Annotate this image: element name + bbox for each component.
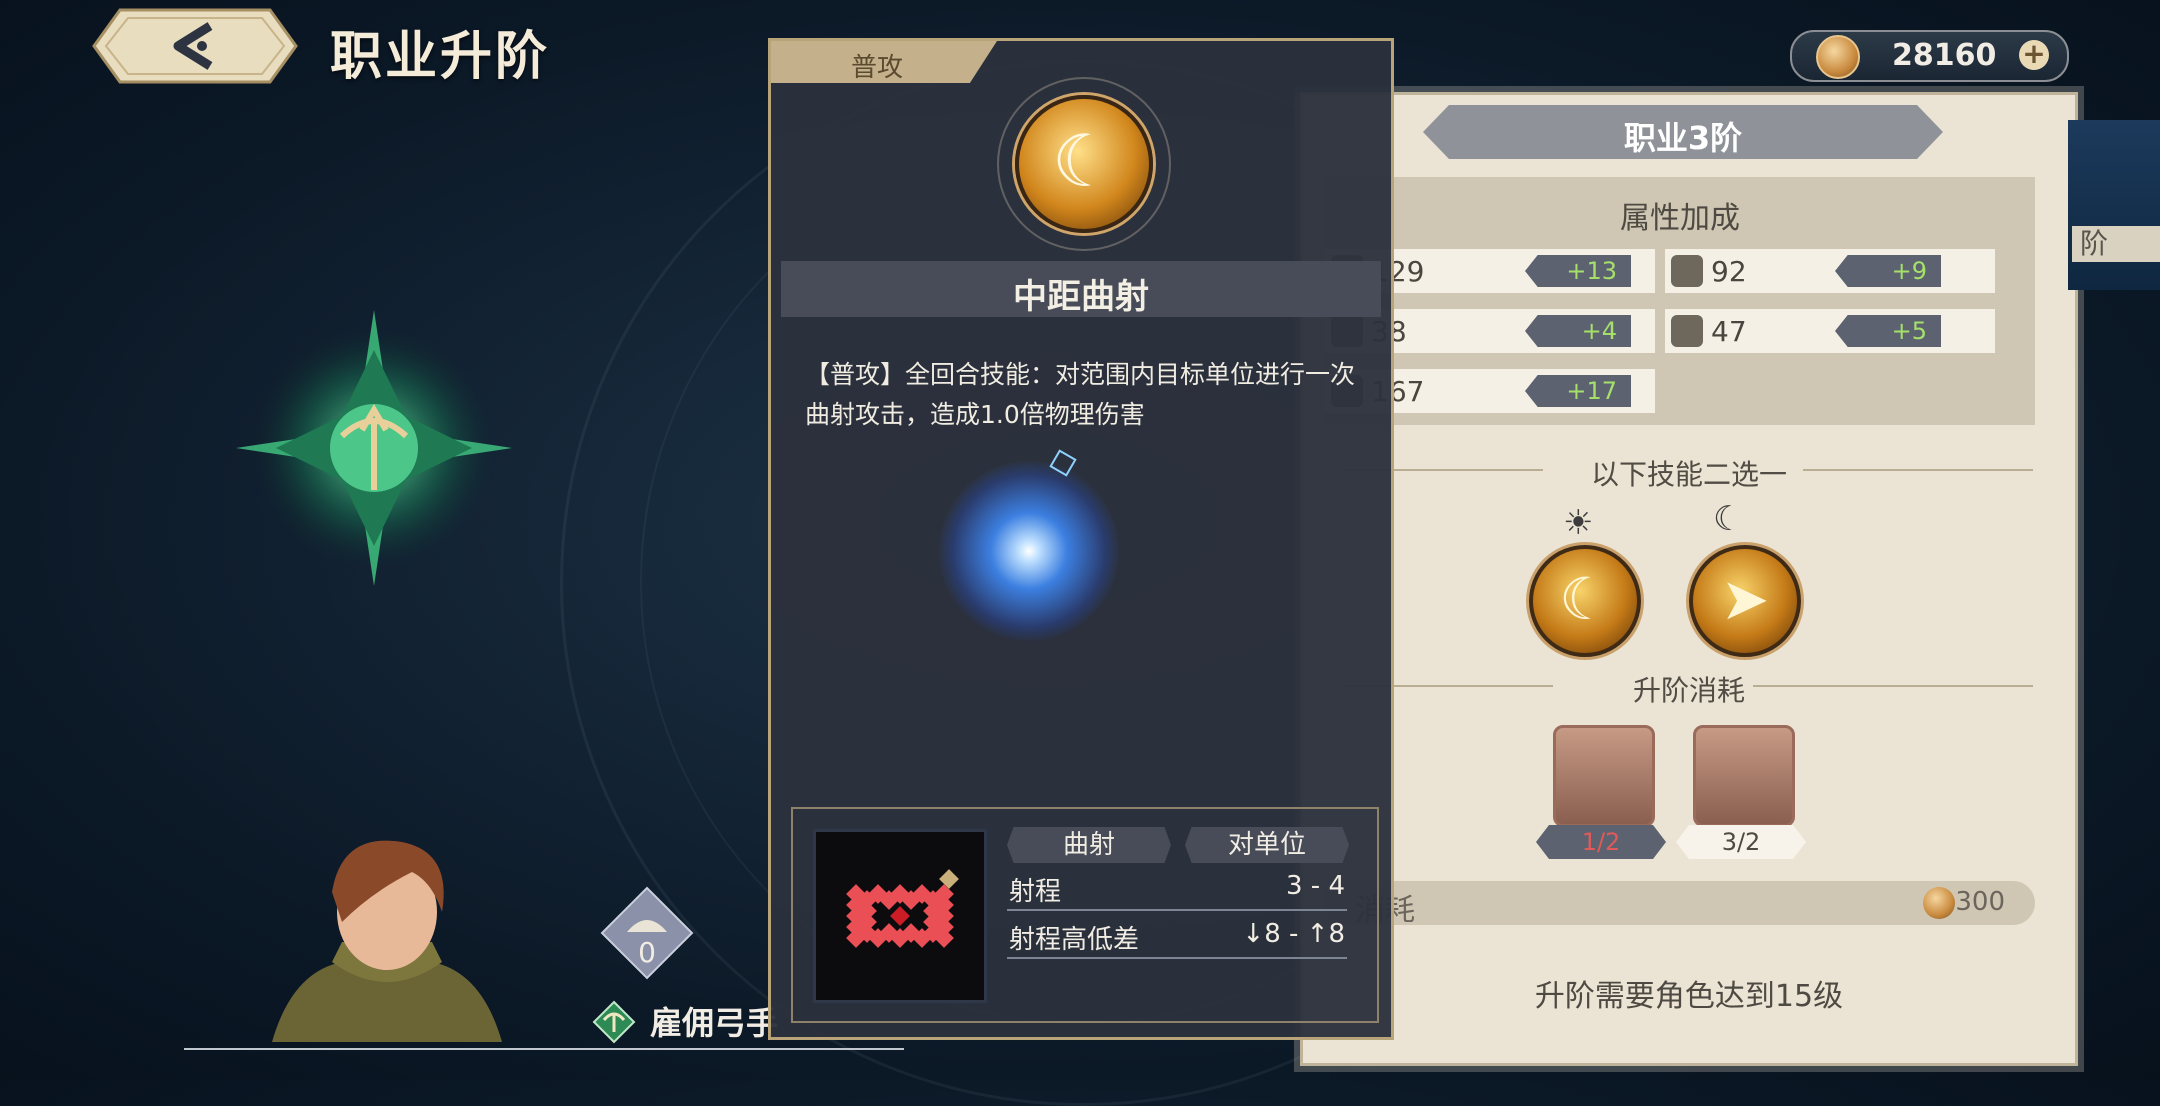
class-emblem xyxy=(236,310,512,586)
next-rank-label: 阶 xyxy=(2072,226,2160,262)
skill-name: 中距曲射 xyxy=(1013,277,1149,317)
skill-name-bar: 中距曲射 xyxy=(781,261,1381,317)
divider xyxy=(1007,909,1347,911)
upgrade-cost-title: 升阶消耗 xyxy=(1632,674,1745,707)
height-diff-label: 射程高低差 xyxy=(1009,925,1140,955)
class-name: 雇佣弓手 xyxy=(650,1004,779,1042)
attribute-title: 属性加成 xyxy=(1620,201,1740,236)
stat-bonus: +5 xyxy=(1835,315,1941,347)
tag-target-unit: 对单位 xyxy=(1185,827,1349,863)
cost-value: 300 xyxy=(1955,887,2005,917)
caster-cell xyxy=(890,906,910,926)
stat-row-resist: 47 +5 xyxy=(1665,309,1995,353)
currency-display: 28160 + xyxy=(1790,30,2069,82)
sun-icon: ☀ xyxy=(1563,503,1594,543)
arrow-pierce-icon: ➤ xyxy=(1720,565,1770,633)
skill-detail-popup: 普攻 ☾ 中距曲射 【普攻】全回合技能：对范围内目标单位进行一次曲射攻击，造成1… xyxy=(768,38,1394,1040)
stat-bonus: +17 xyxy=(1525,375,1631,407)
gold-coin-icon xyxy=(1923,887,1955,919)
magic-wand-icon xyxy=(1671,255,1703,287)
compass-star-icon xyxy=(236,310,512,586)
character-portrait[interactable] xyxy=(262,832,512,1042)
item-count: 3/2 xyxy=(1676,825,1806,859)
attribute-bonus-box: 属性加成 129 +13 92 +9 38 +4 47 +5 167 +17 xyxy=(1325,177,2035,425)
range-grid-preview xyxy=(813,829,987,1003)
gold-coin-icon xyxy=(1816,35,1860,79)
emblem-item-icon[interactable] xyxy=(1553,725,1655,827)
gold-cost-bar: 消耗 300 xyxy=(1323,881,2035,928)
tab-basic-attack[interactable]: 普攻 xyxy=(771,41,997,83)
back-arrow-icon xyxy=(92,8,298,84)
level-requirement: 升阶需要角色达到15级 xyxy=(1534,979,1844,1014)
moon-icon: ☾ xyxy=(1713,499,1744,539)
divider xyxy=(1007,957,1347,959)
rank-info-panel: 职业3阶 属性加成 129 +13 92 +9 38 +4 47 +5 167 … xyxy=(1300,92,2078,1066)
skill-preview-orb xyxy=(939,461,1119,641)
stat-row-magic: 92 +9 xyxy=(1665,249,1995,293)
rank-banner: 职业3阶 xyxy=(1423,105,1943,159)
stat-bonus: +13 xyxy=(1525,255,1631,287)
skill-icon: ☾ xyxy=(1015,95,1153,233)
skill-choice-title: 以下技能二选一 xyxy=(1590,458,1787,491)
divider xyxy=(1753,685,2033,687)
tab-label: 普攻 xyxy=(851,53,904,83)
page-title: 职业升阶 xyxy=(330,27,551,87)
curved-shot-icon: ☾ xyxy=(1051,119,1117,203)
currency-amount: 28160 xyxy=(1892,38,1997,73)
skill-option-arrow-pierce[interactable]: ➤ xyxy=(1689,545,1801,657)
avatar xyxy=(272,840,502,1042)
skill-option-curved-shot[interactable]: ☾ xyxy=(1529,545,1641,657)
add-currency-button[interactable]: + xyxy=(2019,40,2049,70)
item-count: 1/2 xyxy=(1536,825,1666,859)
next-rank-emblem[interactable] xyxy=(2068,120,2160,290)
skill-description: 【普攻】全回合技能：对范围内目标单位进行一次曲射攻击，造成1.0倍物理伤害 xyxy=(805,360,1356,429)
divider xyxy=(184,1048,904,1050)
stat-value: 92 xyxy=(1711,255,1747,288)
range-label: 射程 xyxy=(1009,877,1062,907)
curved-shot-icon: ☾ xyxy=(1559,565,1611,633)
height-diff-value: ↓8 - ↑8 xyxy=(1242,919,1345,949)
stat-bonus: +9 xyxy=(1835,255,1941,287)
archer-class-icon xyxy=(592,1000,636,1044)
divider xyxy=(1803,469,2033,471)
range-info-box: 曲射 对单位 射程 3 - 4 射程高低差 ↓8 - ↑8 xyxy=(791,807,1379,1023)
tome-item-icon[interactable] xyxy=(1693,725,1795,827)
tag-curved: 曲射 xyxy=(1007,827,1171,863)
rank-title: 职业3阶 xyxy=(1623,119,1743,157)
level-value: 0 xyxy=(638,936,656,969)
stat-bonus: +4 xyxy=(1525,315,1631,347)
range-value: 3 - 4 xyxy=(1286,871,1345,901)
back-button[interactable] xyxy=(90,4,300,88)
stat-value: 47 xyxy=(1711,315,1747,348)
wizard-hat-icon xyxy=(1671,315,1703,347)
